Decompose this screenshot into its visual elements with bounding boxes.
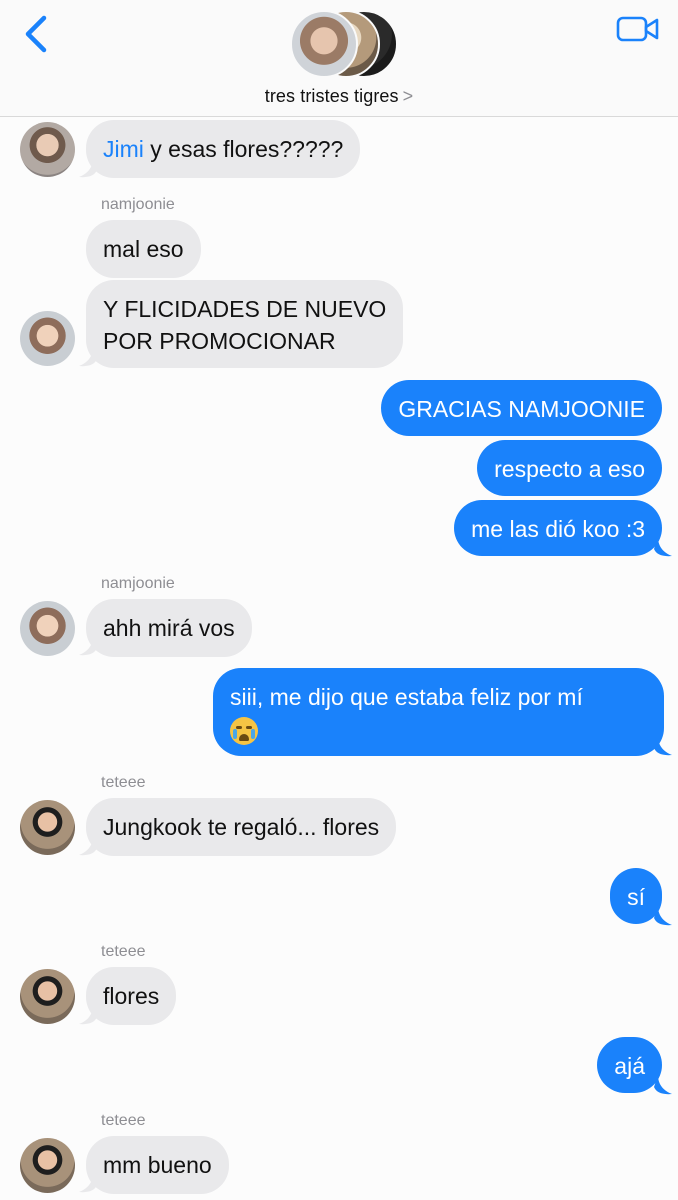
message-bubble-outgoing[interactable]: sí (610, 868, 662, 924)
message-text-line: POR PROMOCIONAR (103, 328, 336, 354)
avatar[interactable] (20, 122, 75, 177)
message-bubble-outgoing[interactable]: siii, me dijo que estaba feliz por mí (213, 668, 664, 756)
message-text: ajá (614, 1053, 645, 1079)
group-avatar-stack[interactable] (290, 10, 398, 78)
avatar[interactable] (20, 800, 75, 855)
message-text-line: Y FLICIDADES DE NUEVO (103, 296, 387, 322)
avatar[interactable] (20, 969, 75, 1024)
message-bubble-outgoing[interactable]: me las dió koo :3 (454, 500, 662, 556)
avatar[interactable] (20, 311, 75, 366)
conversation-header: tres tristes tigres > (0, 0, 678, 117)
message-bubble[interactable]: Jungkook te regaló... flores (86, 798, 397, 856)
chevron-right-icon: > (402, 86, 414, 106)
back-button[interactable] (22, 14, 52, 54)
message-text: y esas flores????? (143, 136, 344, 162)
message-bubble[interactable]: flores (86, 967, 177, 1025)
message-bubble-outgoing[interactable]: GRACIAS NAMJOONIE (381, 380, 662, 436)
sender-name: teteee (101, 943, 146, 960)
sender-name: namjoonie (101, 196, 175, 213)
message-bubble[interactable]: Jimi y esas flores????? (86, 120, 361, 178)
group-name[interactable]: tres tristes tigres > (0, 86, 678, 107)
avatar[interactable] (20, 1138, 75, 1193)
message-text: flores (103, 983, 160, 1009)
message-text: sí (627, 884, 645, 910)
sender-name: namjoonie (101, 575, 175, 592)
mention[interactable]: Jimi (103, 136, 144, 162)
video-camera-icon (616, 16, 659, 42)
message-bubble-outgoing[interactable]: respecto a eso (477, 440, 662, 496)
message-text-line: siii, me dijo que estaba feliz por mí (230, 684, 583, 710)
message-bubble[interactable]: Y FLICIDADES DE NUEVO POR PROMOCIONAR (86, 280, 404, 368)
messages-screen: tres tristes tigres > Jimi y esas flores?… (0, 0, 678, 1200)
avatar[interactable] (20, 601, 75, 656)
message-text: mal eso (103, 236, 184, 262)
sender-name: teteee (101, 1112, 146, 1129)
message-text: me las dió koo :3 (471, 516, 645, 542)
message-bubble[interactable]: mm bueno (86, 1136, 229, 1194)
message-text: respecto a eso (494, 456, 645, 482)
message-text: mm bueno (103, 1152, 212, 1178)
message-text: GRACIAS NAMJOONIE (398, 396, 645, 422)
video-call-button[interactable] (616, 14, 660, 46)
sender-name: teteee (101, 774, 146, 791)
message-bubble-outgoing[interactable]: ajá (597, 1037, 662, 1093)
loudly-crying-face-icon (230, 716, 258, 745)
message-text: ahh mirá vos (103, 615, 235, 641)
message-bubble[interactable]: ahh mirá vos (86, 599, 252, 657)
group-avatar (290, 10, 358, 78)
group-name-label: tres tristes tigres (264, 86, 399, 106)
chevron-left-icon (25, 15, 47, 53)
message-bubble[interactable]: mal eso (86, 220, 201, 278)
message-text: Jungkook te regaló... flores (103, 814, 380, 840)
